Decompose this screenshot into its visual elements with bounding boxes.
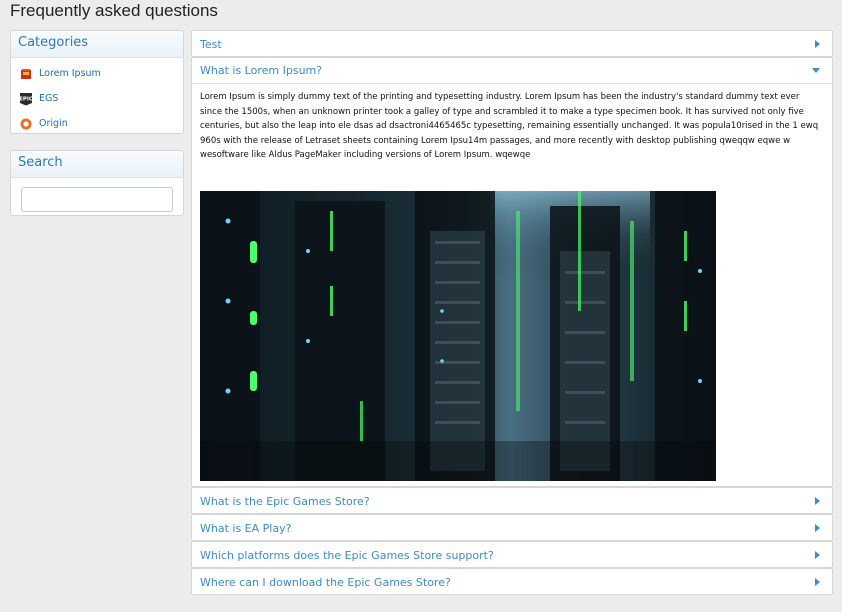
- svg-text:EPIC: EPIC: [19, 96, 33, 102]
- faq-question: Which platforms does the Epic Games Stor…: [200, 548, 494, 562]
- page-title: Frequently asked questions: [10, 1, 218, 20]
- server-racks-image: [200, 191, 716, 481]
- faq-item[interactable]: Which platforms does the Epic Games Stor…: [191, 541, 833, 568]
- chevron-right-icon: [815, 497, 820, 505]
- search-panel: Search: [10, 150, 184, 216]
- chevron-right-icon: [815, 578, 820, 586]
- faq-item[interactable]: Where can I download the Epic Games Stor…: [191, 568, 833, 595]
- category-item-egs[interactable]: EPIC EGS: [11, 86, 183, 111]
- faq-item[interactable]: What is the Epic Games Store?: [191, 487, 833, 514]
- categories-heading: Categories: [11, 31, 183, 58]
- faq-question-header[interactable]: What is Lorem Ipsum?: [192, 58, 832, 84]
- faq-answer-text: Lorem Ipsum is simply dummy text of the …: [200, 92, 819, 160]
- search-input[interactable]: [21, 187, 173, 212]
- category-item-origin[interactable]: Origin: [11, 111, 183, 136]
- faq-question: What is Lorem Ipsum?: [200, 64, 323, 77]
- faq-question: What is the Epic Games Store?: [200, 494, 370, 508]
- category-label: Origin: [39, 118, 68, 129]
- faq-question: Where can I download the Epic Games Stor…: [200, 575, 451, 589]
- faq-item-expanded: What is Lorem Ipsum? Lorem Ipsum is simp…: [191, 57, 833, 487]
- origin-icon: [19, 117, 33, 131]
- chevron-right-icon: [815, 40, 820, 48]
- categories-panel: Categories Lorem Ipsum EPIC EGS Origin: [10, 30, 184, 134]
- category-label: Lorem Ipsum: [39, 68, 101, 79]
- faq-question-header[interactable]: What is the Epic Games Store?: [192, 488, 832, 514]
- category-item-lorem-ipsum[interactable]: Lorem Ipsum: [11, 61, 183, 86]
- faq-question: What is EA Play?: [200, 521, 292, 535]
- faq-item[interactable]: What is EA Play?: [191, 514, 833, 541]
- category-label: EGS: [39, 93, 59, 104]
- faq-item[interactable]: Test: [191, 30, 833, 57]
- epic-games-icon: EPIC: [19, 92, 33, 106]
- faq-question-header[interactable]: Which platforms does the Epic Games Stor…: [192, 542, 832, 568]
- faq-question-header[interactable]: Where can I download the Epic Games Stor…: [192, 569, 832, 595]
- faq-question: Test: [200, 37, 222, 51]
- faq-question-header[interactable]: Test: [192, 31, 832, 57]
- chevron-right-icon: [815, 551, 820, 559]
- chevron-down-icon: [812, 68, 820, 73]
- faq-question-header[interactable]: What is EA Play?: [192, 515, 832, 541]
- chevron-right-icon: [815, 524, 820, 532]
- lorem-ipsum-category-icon: [19, 67, 33, 81]
- search-heading: Search: [11, 151, 183, 178]
